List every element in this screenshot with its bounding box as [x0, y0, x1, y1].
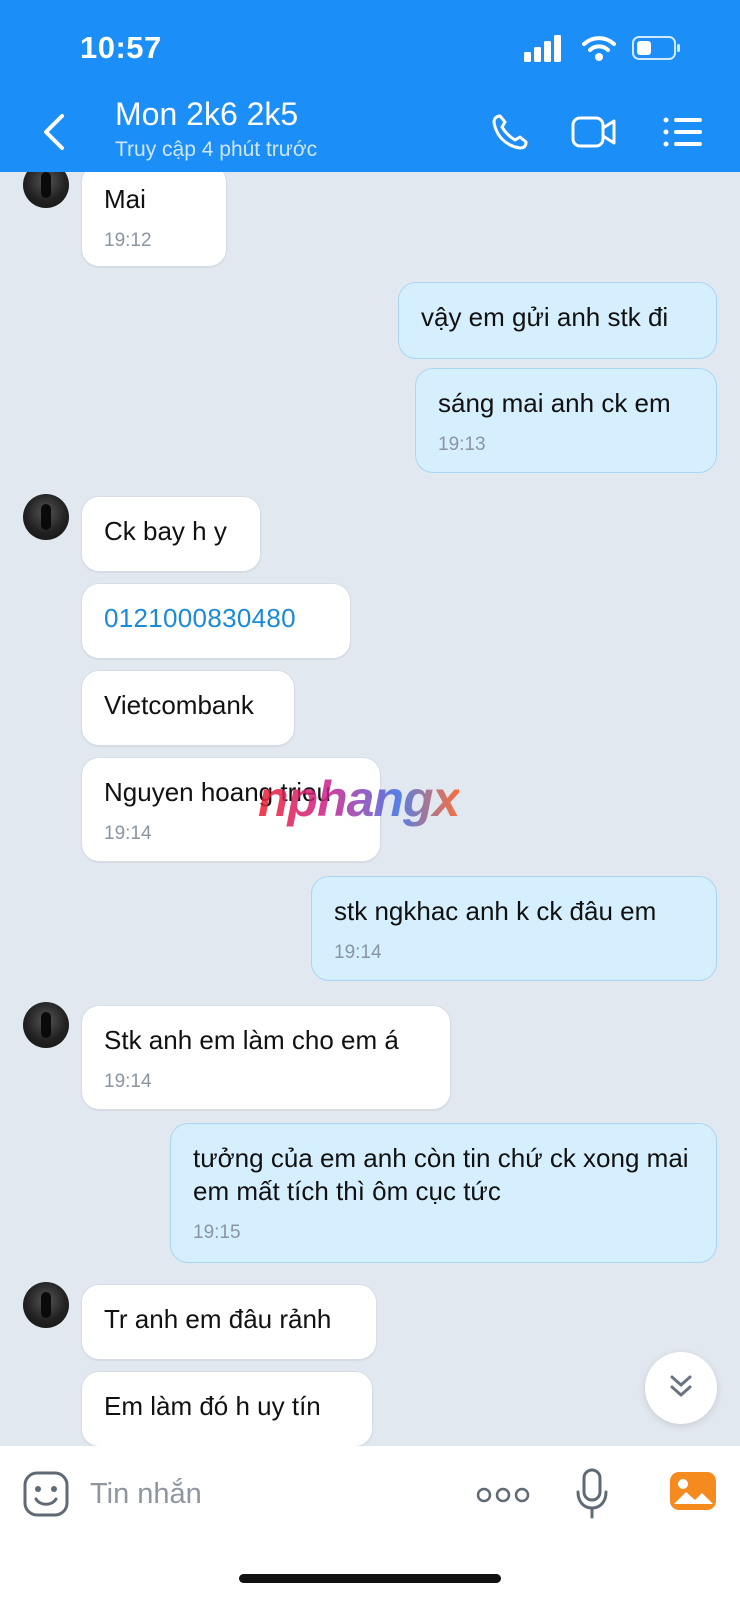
- message-time: 19:14: [104, 1071, 152, 1092]
- message-time: 19:13: [438, 434, 486, 455]
- chat-header: 10:57 Mon 2k6 2k5 Truy cập 4 phút trước: [0, 0, 740, 172]
- message-text: Tr anh em đâu rảnh: [104, 1304, 332, 1334]
- message-bubble-outgoing[interactable]: vậy em gửi anh stk đi: [398, 282, 717, 359]
- message-text: Vietcombank: [104, 690, 254, 720]
- scroll-to-bottom-button[interactable]: [645, 1352, 717, 1424]
- message-bubble-outgoing[interactable]: sáng mai anh ck em 19:13: [415, 368, 717, 473]
- message-text: Stk anh em làm cho em á: [104, 1025, 399, 1055]
- message-bubble-outgoing[interactable]: stk ngkhac anh k ck đâu em 19:14: [311, 876, 717, 981]
- message-text: Ck bay h y: [104, 516, 227, 546]
- message-bubble-incoming[interactable]: Tr anh em đâu rảnh: [81, 1284, 377, 1360]
- message-time: 19:12: [104, 230, 152, 251]
- message-text: Em làm đó h uy tín: [104, 1391, 321, 1421]
- contact-avatar[interactable]: [23, 1002, 69, 1048]
- chat-title[interactable]: Mon 2k6 2k5: [115, 96, 298, 133]
- last-seen-status: Truy cập 4 phút trước: [115, 138, 318, 161]
- contact-avatar[interactable]: [23, 1282, 69, 1328]
- message-bubble-incoming[interactable]: Em làm đó h uy tín: [81, 1371, 373, 1446]
- back-icon[interactable]: [36, 110, 76, 154]
- message-bubble-outgoing[interactable]: tưởng của em anh còn tin chứ ck xong mai…: [170, 1123, 717, 1263]
- message-text[interactable]: 0121000830480: [104, 603, 296, 633]
- sticker-icon[interactable]: [22, 1470, 70, 1518]
- more-options-icon[interactable]: [476, 1486, 530, 1504]
- message-text: vậy em gửi anh stk đi: [421, 302, 669, 332]
- home-indicator: [239, 1574, 501, 1583]
- message-bubble-incoming[interactable]: Vietcombank: [81, 670, 295, 746]
- battery-icon: [632, 36, 680, 60]
- message-text: sáng mai anh ck em: [438, 388, 671, 418]
- status-icons: [524, 34, 694, 64]
- message-input[interactable]: [90, 1468, 430, 1520]
- message-text: tưởng của em anh còn tin chứ ck xong mai…: [193, 1143, 689, 1206]
- contact-avatar[interactable]: [23, 494, 69, 540]
- microphone-icon[interactable]: [574, 1468, 610, 1520]
- phone-icon[interactable]: [488, 110, 536, 154]
- message-time: 19:14: [334, 942, 382, 963]
- account-number-link[interactable]: 0121000830480: [81, 583, 351, 659]
- watermark-logo: nphangx: [258, 771, 460, 827]
- menu-icon[interactable]: [660, 110, 708, 154]
- contact-avatar[interactable]: [23, 172, 69, 208]
- status-time: 10:57: [80, 30, 162, 65]
- message-text: Mai: [104, 184, 146, 214]
- message-time: 19:15: [193, 1222, 241, 1243]
- video-call-icon[interactable]: [570, 110, 618, 154]
- image-icon[interactable]: [668, 1468, 718, 1514]
- message-bubble-incoming[interactable]: Stk anh em làm cho em á 19:14: [81, 1005, 451, 1110]
- double-chevron-down-icon: [670, 1375, 692, 1397]
- message-composer: [0, 1446, 740, 1600]
- message-bubble-incoming[interactable]: Mai 19:12: [81, 172, 227, 267]
- signal-icon: [524, 35, 561, 62]
- message-text: stk ngkhac anh k ck đâu em: [334, 896, 657, 926]
- message-bubble-incoming[interactable]: Ck bay h y: [81, 496, 261, 572]
- wifi-icon: [582, 36, 616, 61]
